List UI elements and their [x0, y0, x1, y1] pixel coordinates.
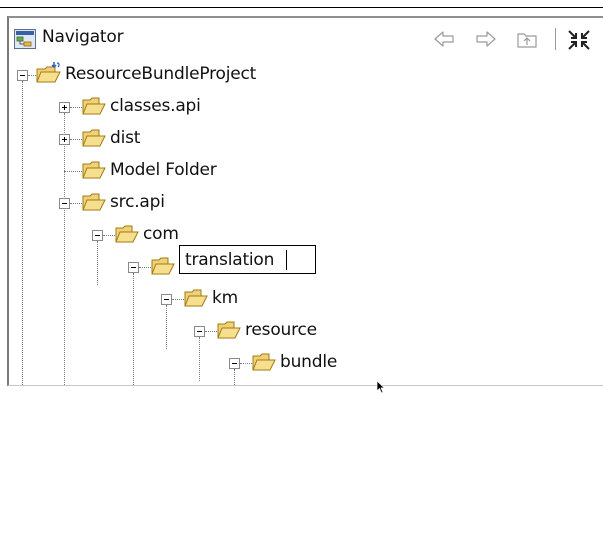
expand-toggle[interactable] — [128, 262, 139, 273]
expand-toggle[interactable] — [161, 294, 172, 305]
screen: Navigator ResourceBundleProject classes.… — [0, 0, 603, 539]
tree-item-model-folder[interactable]: Model Folder — [110, 160, 217, 180]
tree-branch-line — [205, 331, 217, 332]
tree-branch-line — [139, 267, 151, 268]
expand-toggle[interactable] — [229, 358, 240, 369]
expand-toggle[interactable] — [59, 134, 70, 145]
tree-guide-line — [64, 113, 65, 385]
expand-toggle[interactable] — [59, 198, 70, 209]
tree-guide-line — [97, 241, 98, 285]
toolbar-separator — [555, 28, 556, 50]
mouse-pointer-icon — [376, 379, 386, 398]
view-title-bar: Navigator — [9, 18, 603, 58]
project-folder-icon — [36, 61, 62, 89]
tree-item-classes-api[interactable]: classes.api — [110, 96, 201, 116]
tree-branch-line — [28, 75, 36, 76]
tree-branch-line — [64, 171, 82, 172]
folder-open-icon — [82, 160, 106, 184]
tree-item-root[interactable]: ResourceBundleProject — [65, 64, 256, 84]
folder-open-icon — [82, 96, 106, 120]
tree-branch-line — [172, 299, 184, 300]
tree-branch-line — [70, 203, 82, 204]
rename-input[interactable] — [180, 246, 315, 273]
rename-editor[interactable] — [179, 245, 316, 274]
folder-open-icon — [82, 128, 106, 152]
folder-open-icon — [82, 192, 106, 216]
navigator-icon — [14, 29, 36, 53]
tree-guide-line — [199, 337, 200, 381]
back-icon[interactable] — [433, 30, 455, 52]
tree-guide-line — [133, 273, 134, 385]
folder-open-icon — [151, 256, 175, 280]
tree-item-dist[interactable]: dist — [110, 128, 140, 148]
folder-open-icon — [252, 352, 276, 376]
folder-open-icon — [184, 288, 208, 312]
tree-item-bundle[interactable]: bundle — [280, 352, 337, 372]
top-divider — [0, 7, 603, 8]
view-title: Navigator — [42, 27, 124, 47]
tree-item-km[interactable]: km — [212, 288, 238, 308]
tree-item-src-api[interactable]: src.api — [110, 192, 165, 212]
tree-guide-line — [166, 305, 167, 349]
tree-guide-line — [234, 369, 235, 385]
navigator-view: Navigator ResourceBundleProject classes.… — [7, 16, 603, 386]
expand-toggle[interactable] — [59, 102, 70, 113]
forward-icon[interactable] — [475, 30, 497, 52]
tree-branch-line — [240, 363, 252, 364]
expand-toggle[interactable] — [194, 326, 205, 337]
tree-item-resource[interactable]: resource — [245, 320, 317, 340]
tree-branch-line — [70, 139, 82, 140]
collapse-all-icon[interactable] — [566, 28, 592, 56]
expand-toggle[interactable] — [17, 70, 28, 81]
folder-open-icon — [115, 224, 139, 248]
navigator-tree: ResourceBundleProject classes.api dist M… — [9, 58, 603, 385]
text-caret — [286, 250, 287, 270]
tree-guide-line — [22, 81, 23, 385]
tree-branch-line — [70, 107, 82, 108]
expand-toggle[interactable] — [92, 230, 103, 241]
up-icon[interactable] — [516, 30, 538, 52]
tree-item-com[interactable]: com — [143, 224, 179, 244]
folder-open-icon — [217, 320, 241, 344]
tree-branch-line — [103, 235, 115, 236]
